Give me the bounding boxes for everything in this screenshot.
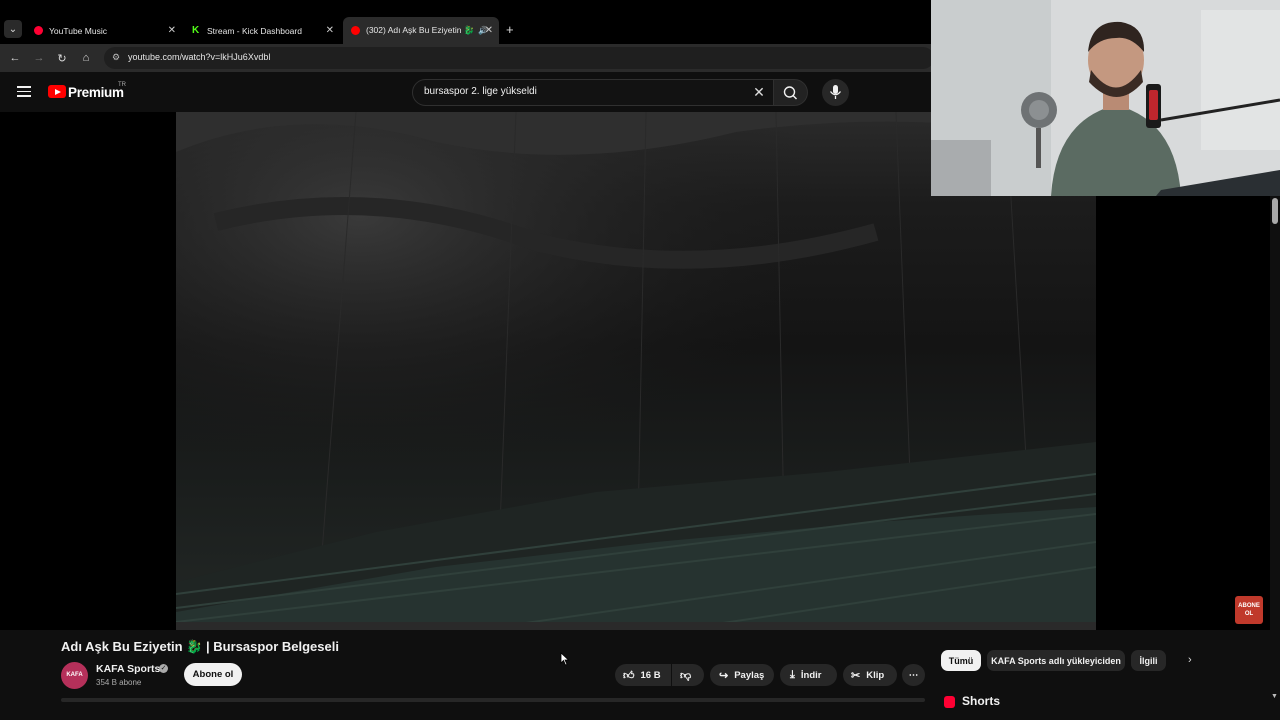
clip-label: Klip [866,669,885,681]
new-tab-button[interactable]: + [506,22,514,37]
thumbs-up-icon: 👍︎ [623,669,635,682]
site-info-icon[interactable]: ⚙ [112,52,120,63]
tab-youtube-video[interactable]: (302) Adı Aşk Bu Eziyetin 🐉 🔊 ✕ [343,17,499,44]
search-icon [783,86,797,100]
share-label: Paylaş [734,669,765,681]
scrollbar-thumb[interactable] [1272,198,1278,224]
chevron-right-icon[interactable]: › [1188,654,1192,666]
subscriber-count: 354 B abone [96,678,142,687]
tab-kick-dashboard[interactable]: K Stream - Kick Dashboard ✕ [184,17,340,44]
close-icon[interactable]: ✕ [485,25,493,36]
share-button[interactable]: ↪ Paylaş [710,664,774,686]
youtube-icon [351,26,360,35]
close-icon[interactable]: ✕ [168,25,176,36]
chip-related[interactable]: İlgili [1131,650,1166,671]
home-icon[interactable]: ⌂ [79,51,93,65]
voice-search-button[interactable] [822,79,849,106]
reload-icon[interactable]: ↻ [55,51,69,65]
scissors-icon: ✂ [851,669,861,682]
kick-icon: K [192,25,200,36]
menu-icon[interactable] [17,86,31,97]
address-bar[interactable]: ⚙ youtube.com/watch?v=lkHJu6Xvdbl [104,47,934,69]
more-actions-button[interactable]: ⋯ [902,664,925,686]
video-title: Adı Aşk Bu Eziyetin 🐉 | Bursaspor Belges… [61,639,339,654]
download-icon: ⤓ [790,668,795,681]
close-icon[interactable]: ✕ [326,25,334,36]
forward-icon[interactable]: → [32,51,46,65]
mouse-cursor-icon [560,652,570,666]
webcam-feed-image [931,0,1280,196]
chip-all[interactable]: Tümü [941,650,981,671]
dislike-button[interactable]: 👎︎ [672,664,704,686]
search-input[interactable] [424,86,744,97]
chip-from-uploader[interactable]: KAFA Sports adlı yükleyiciden [987,650,1125,671]
more-icon: ⋯ [908,669,919,681]
verified-icon: ✓ [159,664,168,673]
microphone-icon [829,85,842,99]
tab-label: YouTube Music [49,25,107,36]
channel-name[interactable]: KAFA Sports [96,663,160,675]
subscribe-button[interactable]: Abone ol [184,663,242,686]
url-text: youtube.com/watch?v=lkHJu6Xvdbl [128,52,271,62]
search-box [412,79,774,106]
webcam-overlay [931,0,1280,196]
shorts-section-title: Shorts [962,694,1001,708]
subscribe-watermark[interactable]: ABONE OL [1235,596,1263,624]
youtube-logo-icon[interactable] [48,85,66,98]
youtube-premium-logo[interactable]: Premium [68,85,124,100]
tab-label: (302) Adı Aşk Bu Eziyetin 🐉 [366,25,475,35]
tab-youtube-music[interactable]: YouTube Music ✕ [26,17,182,44]
avatar[interactable]: KAFA [61,662,88,689]
shorts-icon [944,696,955,708]
tab-search-dropdown-icon[interactable]: ⌄ [4,20,22,38]
like-button[interactable]: 👍︎ 16 B [615,664,671,686]
page-scrollbar[interactable] [1270,196,1280,720]
like-count: 16 B [640,669,661,681]
back-icon[interactable]: ← [8,51,22,65]
clear-search-icon[interactable]: ✕ [752,85,766,99]
search-button[interactable] [774,79,808,106]
download-button[interactable]: ⤓ İndir [780,664,837,686]
description-box-edge [61,698,925,702]
video-info-panel: Adı Aşk Bu Eziyetin 🐉 | Bursaspor Belges… [0,630,1280,720]
clip-button[interactable]: ✂ Klip [843,664,897,686]
thumbs-down-icon: 👎︎ [680,669,692,682]
country-code: TR [118,82,126,88]
scroll-down-icon[interactable]: ▼ [1271,693,1278,700]
tab-label: Stream - Kick Dashboard [207,25,302,36]
download-label: İndir [800,669,822,681]
youtube-music-icon [34,26,43,35]
share-icon: ↪ [719,669,729,682]
